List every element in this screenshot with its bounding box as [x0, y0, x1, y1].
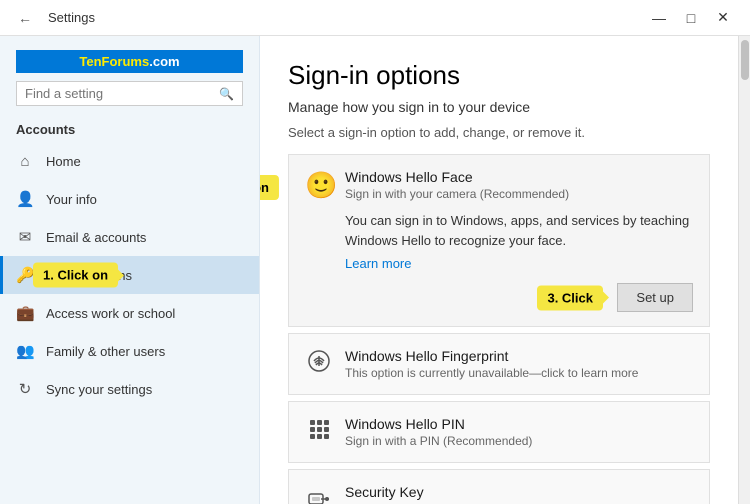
sidebar-item-sync-label: Sync your settings [46, 382, 152, 397]
close-button[interactable]: ✕ [708, 4, 738, 32]
option-header-fingerprint: Windows Hello Fingerprint This option is… [305, 348, 693, 380]
learn-more-link[interactable]: Learn more [345, 256, 411, 271]
title-bar: ← Settings — □ ✕ [0, 0, 750, 36]
option-desc-fingerprint: This option is currently unavailable—cli… [345, 366, 693, 380]
key-icon: 🔑 [16, 266, 34, 284]
option-security-key[interactable]: Security Key Sign in with a physical sec… [288, 469, 710, 504]
page-title: Sign-in options [288, 60, 710, 91]
option-title-pin: Windows Hello PIN [345, 416, 693, 432]
watermark-prefix: TenForums [79, 54, 149, 69]
callout-two: 2. Click on [260, 175, 279, 200]
nav-buttons: ← [12, 8, 38, 28]
sidebar-items: ⌂ Home 👤 Your info ✉ Email & accounts 🔑 … [0, 143, 259, 504]
watermark-suffix: .com [149, 54, 179, 69]
face-icon: 🙂 [305, 170, 333, 201]
search-icon: 🔍 [219, 87, 234, 101]
option-header-face: 🙂 Windows Hello Face Sign in with your c… [305, 169, 693, 201]
back-button[interactable]: ← [12, 8, 38, 28]
window-title: Settings [48, 10, 95, 25]
option-info-face: Windows Hello Face Sign in with your cam… [345, 169, 693, 201]
page-subtitle: Manage how you sign in to your device [288, 99, 710, 115]
option-header-pin: Windows Hello PIN Sign in with a PIN (Re… [305, 416, 693, 448]
sidebar-item-sync-settings[interactable]: ↻ Sync your settings [0, 370, 259, 408]
sidebar-item-access-work[interactable]: 💼 Access work or school [0, 294, 259, 332]
scrollbar[interactable] [738, 36, 750, 504]
sidebar-header: TenForums.com 🔍 [0, 36, 259, 110]
option-info-fingerprint: Windows Hello Fingerprint This option is… [345, 348, 693, 380]
security-key-icon [305, 485, 333, 504]
sidebar-item-your-info-label: Your info [46, 192, 97, 207]
search-input[interactable] [25, 86, 213, 101]
fingerprint-icon [305, 348, 333, 380]
setup-row: 3. Click Set up [345, 283, 693, 312]
sidebar-item-family-users[interactable]: 👥 Family & other users [0, 332, 259, 370]
email-icon: ✉ [16, 228, 34, 246]
scrollbar-thumb[interactable] [741, 40, 749, 80]
option-body-face: You can sign in to Windows, apps, and se… [305, 211, 693, 312]
setup-button[interactable]: Set up [617, 283, 693, 312]
callout-one: 1. Click on [33, 263, 118, 288]
callout-three: 3. Click [537, 285, 603, 310]
briefcase-icon: 💼 [16, 304, 34, 322]
home-icon: ⌂ [16, 153, 34, 170]
sidebar-item-family-label: Family & other users [46, 344, 165, 359]
option-info-security-key: Security Key Sign in with a physical sec… [345, 484, 693, 504]
option-body-text-face: You can sign in to Windows, apps, and se… [345, 211, 693, 250]
maximize-button[interactable]: □ [676, 4, 706, 32]
content-area: Sign-in options Manage how you sign in t… [260, 36, 738, 504]
minimize-button[interactable]: — [644, 4, 674, 32]
option-hello-fingerprint[interactable]: Windows Hello Fingerprint This option is… [288, 333, 710, 395]
sidebar-item-access-label: Access work or school [46, 306, 175, 321]
option-hello-pin[interactable]: Windows Hello PIN Sign in with a PIN (Re… [288, 401, 710, 463]
option-hello-face[interactable]: 2. Click on 🙂 Windows Hello Face Sign in… [288, 154, 710, 327]
pin-icon [305, 417, 333, 447]
option-header-security-key: Security Key Sign in with a physical sec… [305, 484, 693, 504]
sidebar-item-home-label: Home [46, 154, 81, 169]
sidebar-item-your-info[interactable]: 👤 Your info [0, 180, 259, 218]
sync-icon: ↻ [16, 380, 34, 398]
option-title-face: Windows Hello Face [345, 169, 693, 185]
family-icon: 👥 [16, 342, 34, 360]
app-body: TenForums.com 🔍 Accounts ⌂ Home 👤 Your i… [0, 36, 750, 504]
option-desc-face: Sign in with your camera (Recommended) [345, 187, 693, 201]
watermark: TenForums.com [16, 50, 243, 73]
window-controls: — □ ✕ [644, 4, 738, 32]
content-outer: Sign-in options Manage how you sign in t… [260, 36, 750, 504]
sidebar-item-email-accounts[interactable]: ✉ Email & accounts [0, 218, 259, 256]
title-bar-left: ← Settings [12, 8, 95, 28]
sidebar: TenForums.com 🔍 Accounts ⌂ Home 👤 Your i… [0, 36, 260, 504]
sidebar-item-sign-in-options[interactable]: 🔑 Sign-in options 1. Click on [0, 256, 259, 294]
option-info-pin: Windows Hello PIN Sign in with a PIN (Re… [345, 416, 693, 448]
option-title-fingerprint: Windows Hello Fingerprint [345, 348, 693, 364]
sidebar-item-email-label: Email & accounts [46, 230, 146, 245]
page-description: Select a sign-in option to add, change, … [288, 125, 710, 140]
sidebar-item-home[interactable]: ⌂ Home [0, 143, 259, 180]
person-icon: 👤 [16, 190, 34, 208]
sidebar-section-title: Accounts [0, 110, 259, 143]
option-title-security-key: Security Key [345, 484, 693, 500]
search-box[interactable]: 🔍 [16, 81, 243, 106]
option-desc-pin: Sign in with a PIN (Recommended) [345, 434, 693, 448]
